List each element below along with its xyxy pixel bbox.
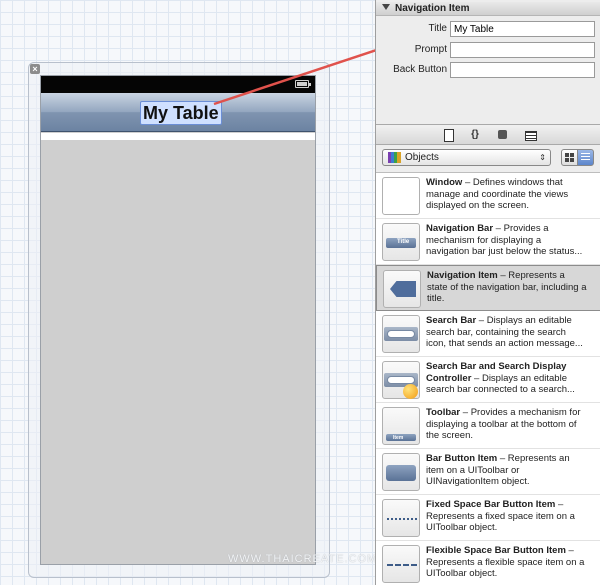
library-item-text: Search Bar – Displays an editable search… [426,315,586,350]
library-item-navigation-item[interactable]: Navigation Item – Represents a state of … [376,265,600,311]
fixed-space-line [387,518,417,520]
object-library-icon[interactable] [496,128,510,142]
library-item-text: Bar Button Item – Represents an item on … [426,453,586,488]
thumb-item-label: Item [393,435,404,441]
watermark-text: WWW.THAICREATE.COM [228,553,378,565]
library-item-flexible-space[interactable]: Flexible Space Bar Button Item – Represe… [376,541,600,585]
inspector-panel: Navigation Item Title Prompt Back Button… [375,0,600,585]
library-item-name: Navigation Item [427,270,498,281]
section-header-navigation-item[interactable]: Navigation Item [376,2,600,16]
library-item-name: Fixed Space Bar Button Item [426,499,556,510]
close-icon[interactable]: × [30,64,40,74]
fixed-space-thumb-icon [382,499,420,537]
icon-view-button[interactable] [561,149,578,166]
library-item-name: Flexible Space Bar Button Item [426,545,566,556]
search-field-shape [387,376,415,384]
prompt-field[interactable] [450,42,595,58]
section-title: Navigation Item [395,3,470,14]
library-item-name: Navigation Bar [426,223,494,234]
title-field-row: Title [376,21,600,37]
library-item-navigation-bar[interactable]: Title Navigation Bar – Provides a mechan… [376,219,600,265]
library-item-name: Window [426,177,463,188]
library-item-window[interactable]: Window – Defines windows that manage and… [376,173,600,219]
battery-icon [295,80,311,88]
library-selector-value: Objects [405,152,439,163]
library-item-text: Fixed Space Bar Button Item – Represents… [426,499,586,534]
view-controller-screen[interactable]: My Table [40,75,316,565]
library-item-text: Navigation Item – Represents a state of … [427,270,587,305]
back-button-label: Back Button [393,64,447,75]
navigation-title[interactable]: My Table [140,101,222,125]
list-view-button[interactable] [577,149,594,166]
table-header-strip [41,133,315,140]
library-item-text: Navigation Bar – Provides a mechanism fo… [426,223,586,258]
status-bar [41,76,315,93]
back-button-field-row: Back Button [376,62,600,78]
library-tabs: {} [376,125,600,145]
library-item-name: Search Bar [426,315,477,326]
bar-button-shape [386,465,416,481]
file-template-icon[interactable] [441,128,455,142]
chevron-updown-icon: ⇕ [539,153,546,162]
flexible-space-thumb-icon [382,545,420,583]
back-button-field[interactable] [450,62,595,78]
object-library-list[interactable]: Window – Defines windows that manage and… [376,172,600,585]
bar-button-item-thumb-icon [382,453,420,491]
prompt-label: Prompt [414,44,447,55]
search-display-controller-thumb-icon [382,361,420,399]
window-thumb-icon [382,177,420,215]
library-item-search-bar[interactable]: Search Bar – Displays an editable search… [376,311,600,357]
search-field-shape [387,330,415,338]
search-bar-thumb-icon [382,315,420,353]
library-item-text: Flexible Space Bar Button Item – Represe… [426,545,586,580]
library-item-search-display-controller[interactable]: Search Bar and Search Display Controller… [376,357,600,403]
library-item-name: Toolbar [426,407,461,418]
title-field[interactable] [450,21,595,37]
library-item-fixed-space[interactable]: Fixed Space Bar Button Item – Represents… [376,495,600,541]
library-item-toolbar[interactable]: Item Toolbar – Provides a mechanism for … [376,403,600,449]
toolbar-thumb-icon: Item [382,407,420,445]
media-library-icon[interactable] [523,128,537,142]
library-selector-bar: Objects ⇕ [376,146,600,170]
back-arrow-shape [390,281,416,297]
thumb-title-label: Title [397,239,410,245]
books-icon [388,152,401,163]
library-selector[interactable]: Objects ⇕ [382,149,551,166]
disclosure-triangle-icon[interactable] [382,4,390,10]
library-item-text: Toolbar – Provides a mechanism for displ… [426,407,586,442]
navigation-bar-thumb-icon: Title [382,223,420,261]
controller-ball-shape [403,384,418,399]
library-item-bar-button-item[interactable]: Bar Button Item – Represents an item on … [376,449,600,495]
library-item-text: Window – Defines windows that manage and… [426,177,586,212]
library-item-text: Search Bar and Search Display Controller… [426,361,586,396]
code-snippet-icon[interactable]: {} [468,128,482,142]
prompt-field-row: Prompt [376,42,600,58]
library-item-name: Bar Button Item [426,453,498,464]
navigation-bar[interactable]: My Table [41,93,315,132]
navigation-item-thumb-icon [383,270,421,308]
flexible-space-line [387,564,417,566]
title-label: Title [428,23,447,34]
